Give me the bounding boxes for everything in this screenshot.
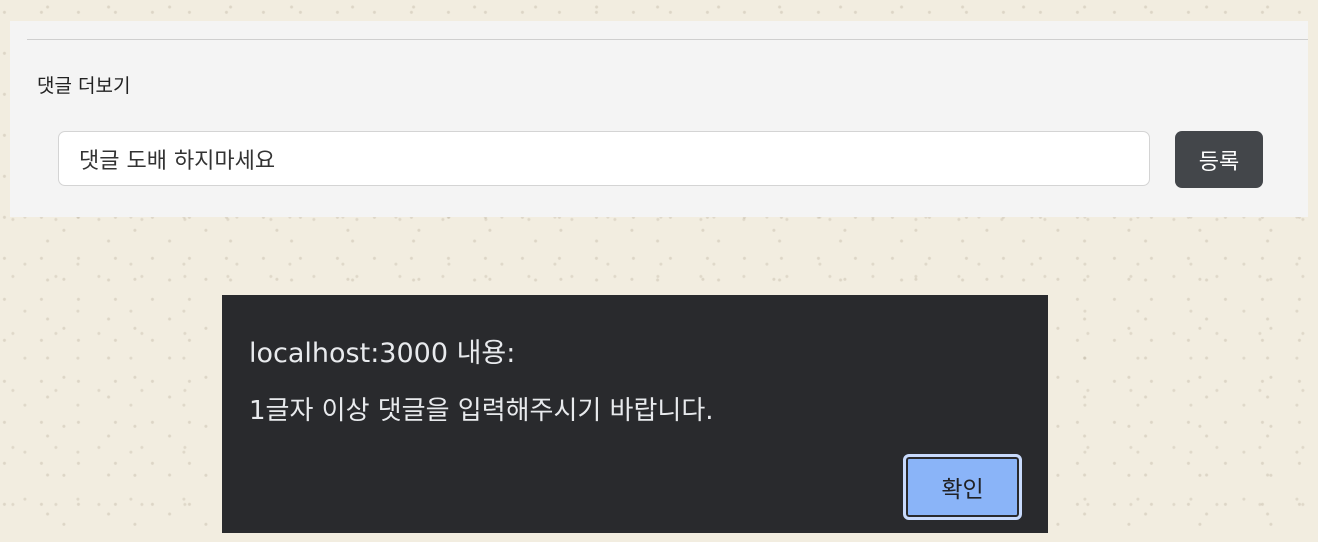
divider: [27, 39, 1308, 40]
ok-button[interactable]: 확인: [903, 454, 1022, 520]
alert-message: 1글자 이상 댓글을 입력해주시기 바랍니다.: [249, 396, 714, 426]
comment-input[interactable]: [58, 131, 1150, 186]
more-comments-link[interactable]: 댓글 더보기: [37, 71, 130, 98]
alert-dialog: localhost:3000 내용: 1글자 이상 댓글을 입력해주시기 바랍니…: [222, 295, 1048, 533]
submit-comment-button[interactable]: 등록: [1175, 131, 1263, 188]
comment-section: 댓글 더보기 등록: [10, 21, 1308, 217]
alert-title: localhost:3000 내용:: [249, 338, 516, 369]
